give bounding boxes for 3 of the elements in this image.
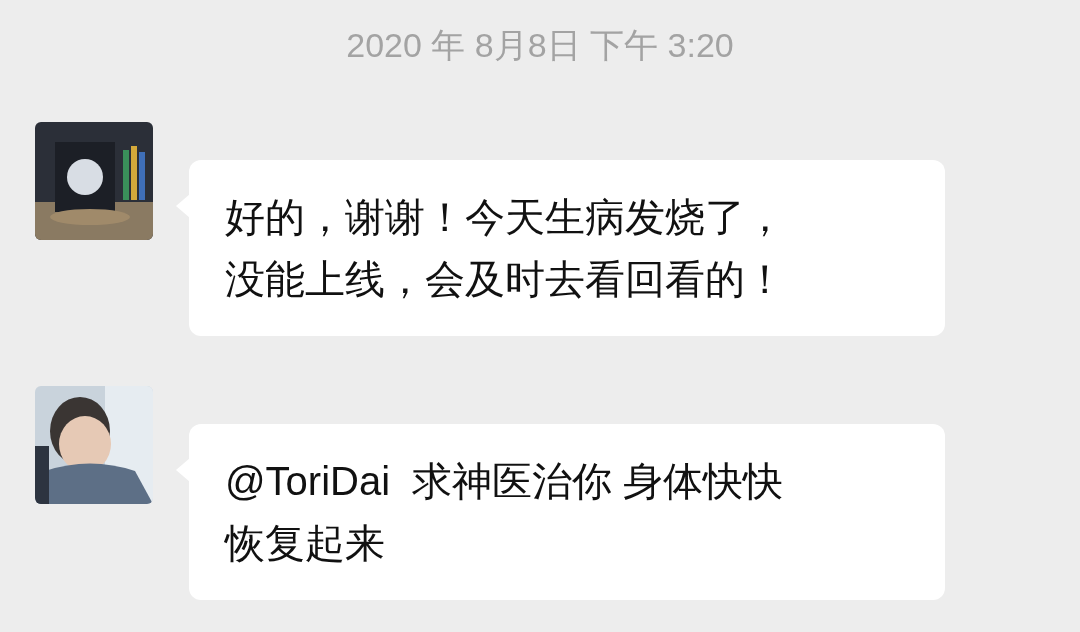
message-text: 好的，谢谢！今天生病发烧了， 没能上线，会及时去看回看的！	[225, 194, 786, 303]
timestamp: 2020 年 8月8日 下午 3:20	[346, 25, 734, 66]
message-text: @ToriDai 求神医治你 身体快快 恢复起来	[225, 458, 785, 567]
